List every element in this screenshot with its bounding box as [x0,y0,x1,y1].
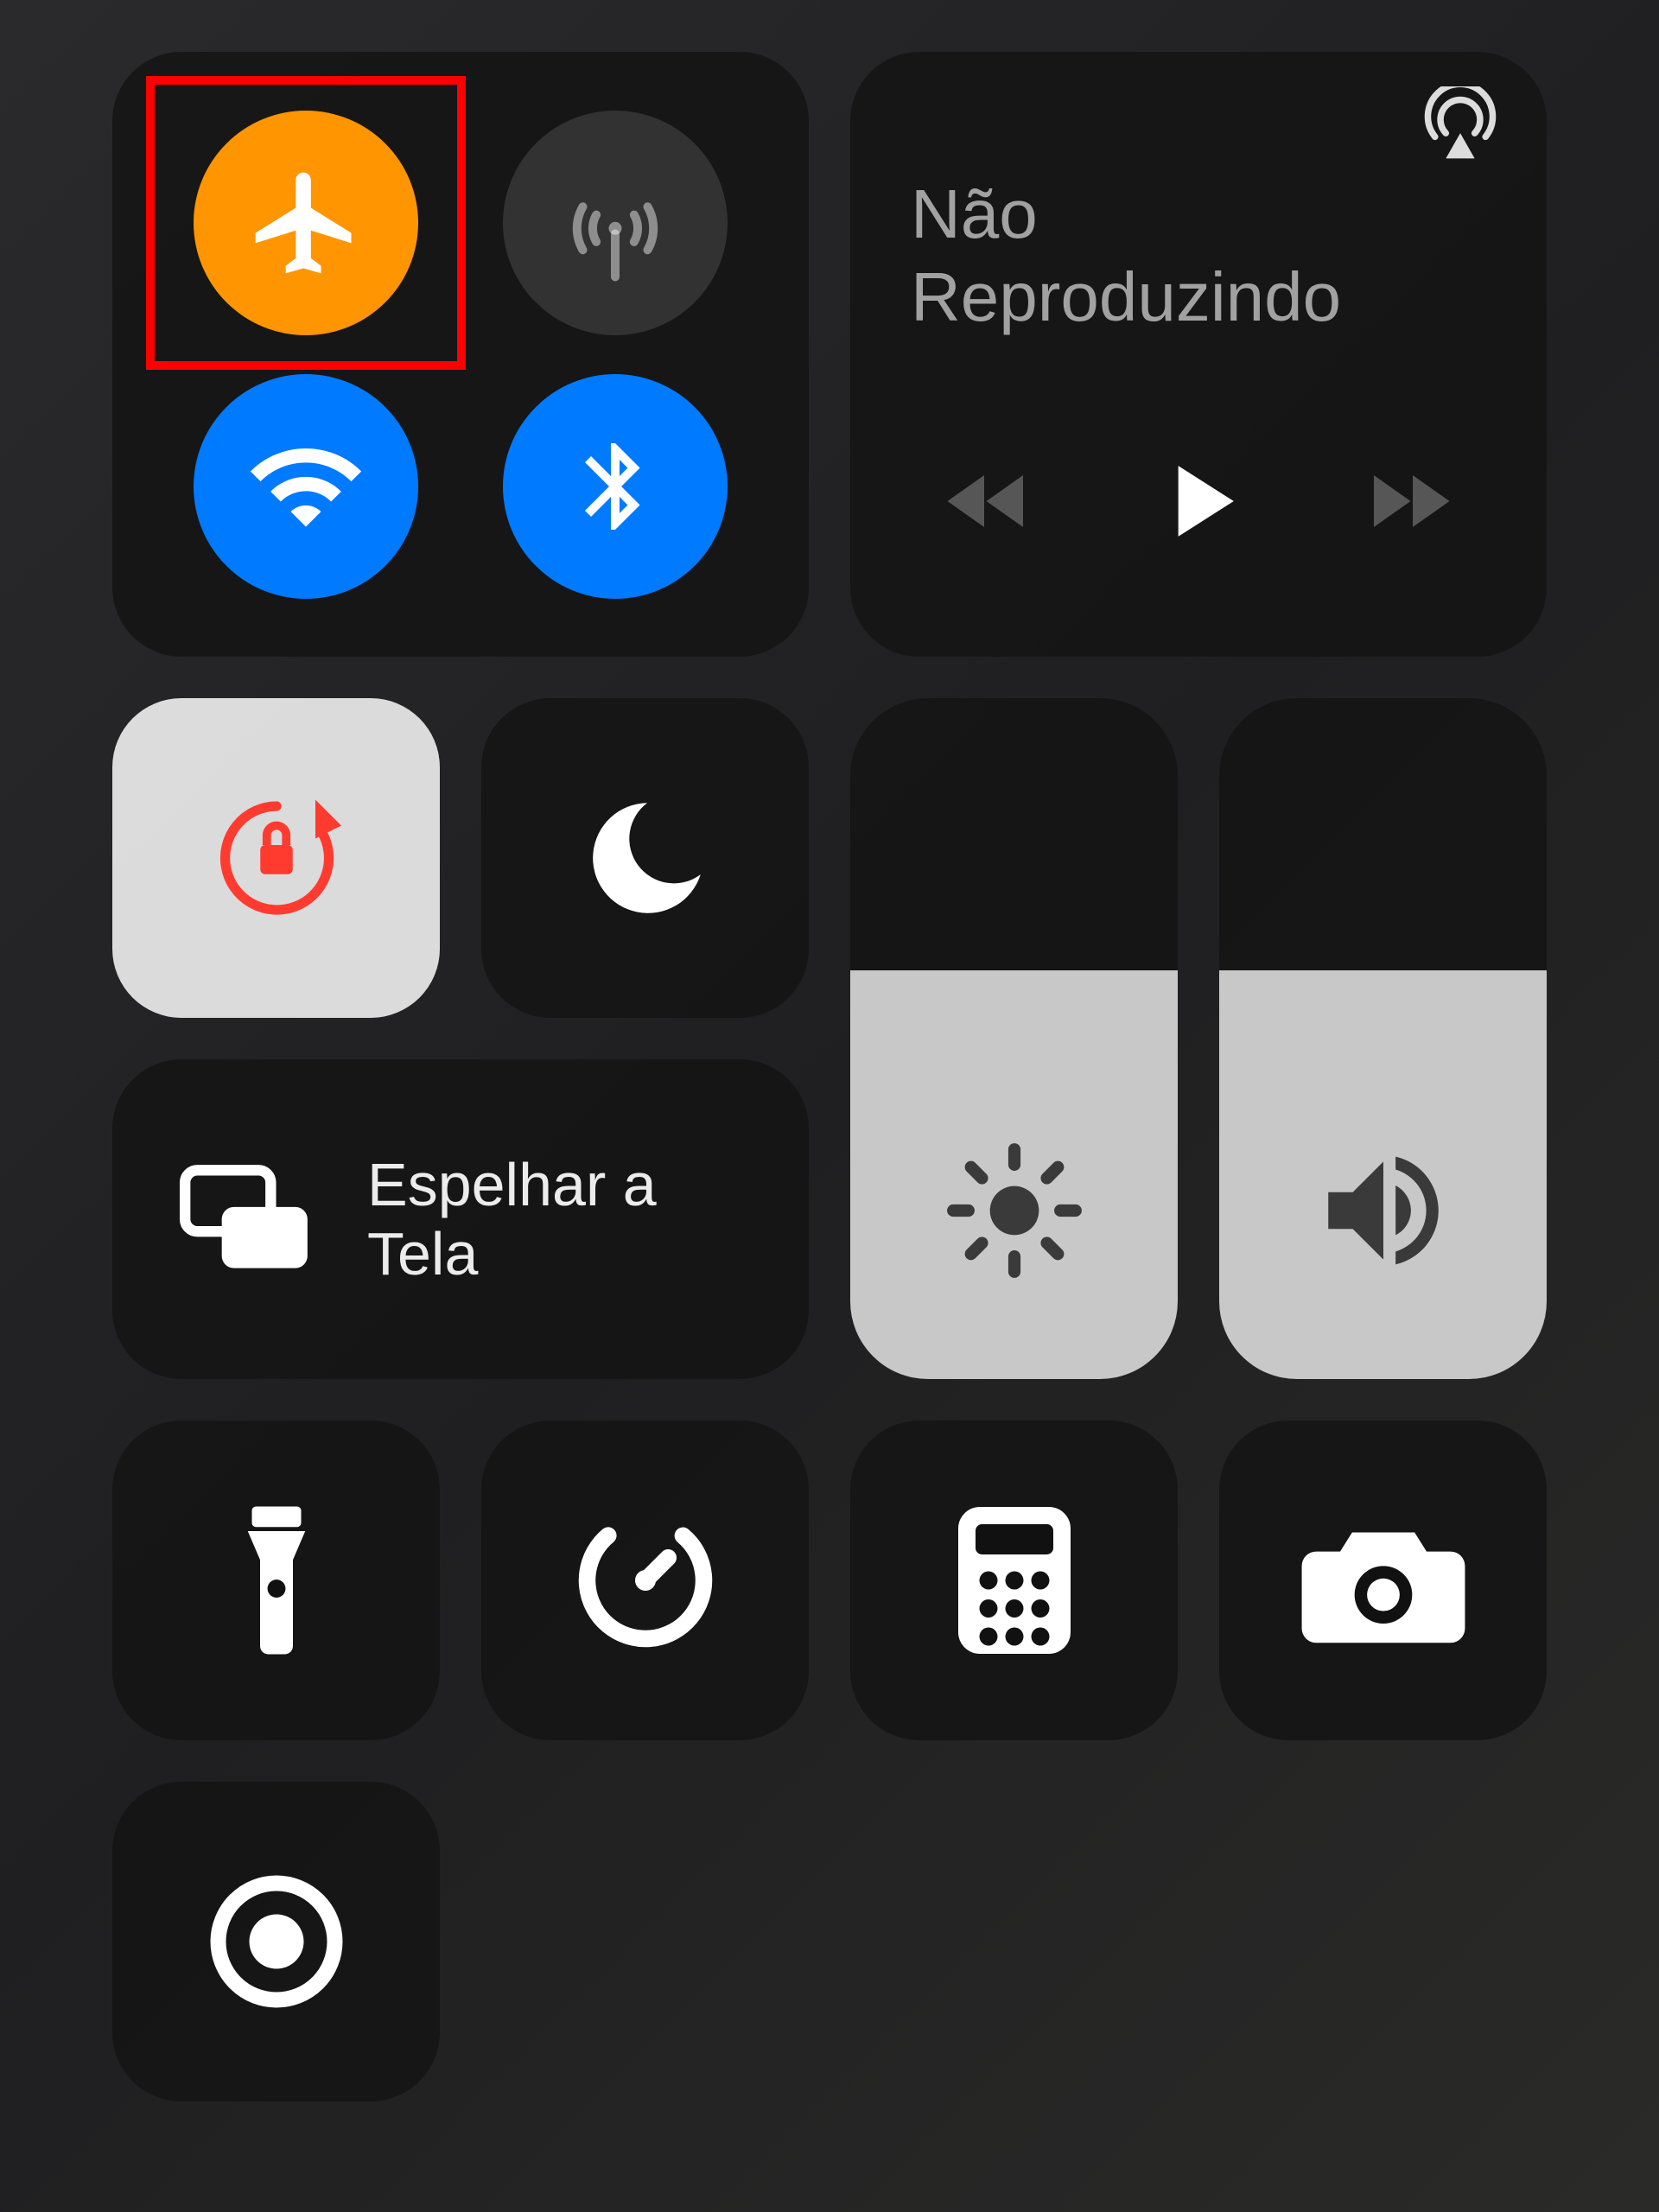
bluetooth-toggle[interactable] [503,374,728,599]
airplane-mode-toggle[interactable] [194,111,418,335]
media-controls [911,441,1486,605]
camera-button[interactable] [1219,1421,1547,1740]
wifi-toggle[interactable] [194,374,418,599]
control-center: Não Reproduzindo [0,0,1659,2212]
orientation-lock-icon [199,780,354,936]
timer-icon [568,1503,723,1658]
do-not-disturb-toggle[interactable] [481,698,809,1018]
cellular-antenna-icon [550,158,680,288]
next-track-button[interactable] [1357,449,1460,553]
brightness-slider[interactable] [850,698,1178,1379]
airplane-icon [245,162,366,283]
calculator-icon [945,1498,1084,1662]
bluetooth-icon [563,435,667,538]
flashlight-icon [212,1498,341,1662]
screen-record-button[interactable] [112,1782,440,2101]
orientation-lock-toggle[interactable] [112,698,440,1018]
brightness-icon [850,1137,1178,1284]
screen-mirroring-icon [173,1154,320,1284]
flashlight-button[interactable] [112,1421,440,1740]
timer-button[interactable] [481,1421,809,1740]
screen-mirroring-button[interactable]: Espelhar a Tela [112,1059,809,1379]
cellular-data-toggle[interactable] [503,111,728,335]
screen-mirroring-label: Espelhar a Tela [367,1150,748,1289]
play-button[interactable] [1138,441,1259,562]
airplay-icon[interactable] [1417,86,1503,173]
connectivity-panel[interactable] [112,52,809,657]
volume-slider[interactable] [1219,698,1547,1379]
calculator-button[interactable] [850,1421,1178,1740]
media-title: Não Reproduzindo [911,173,1486,339]
moon-icon [572,785,719,931]
volume-icon [1219,1137,1547,1284]
camera-icon [1297,1511,1470,1649]
media-panel[interactable]: Não Reproduzindo [850,52,1547,657]
record-icon [199,1864,354,2019]
wifi-icon [245,426,366,547]
previous-track-button[interactable] [937,449,1040,553]
